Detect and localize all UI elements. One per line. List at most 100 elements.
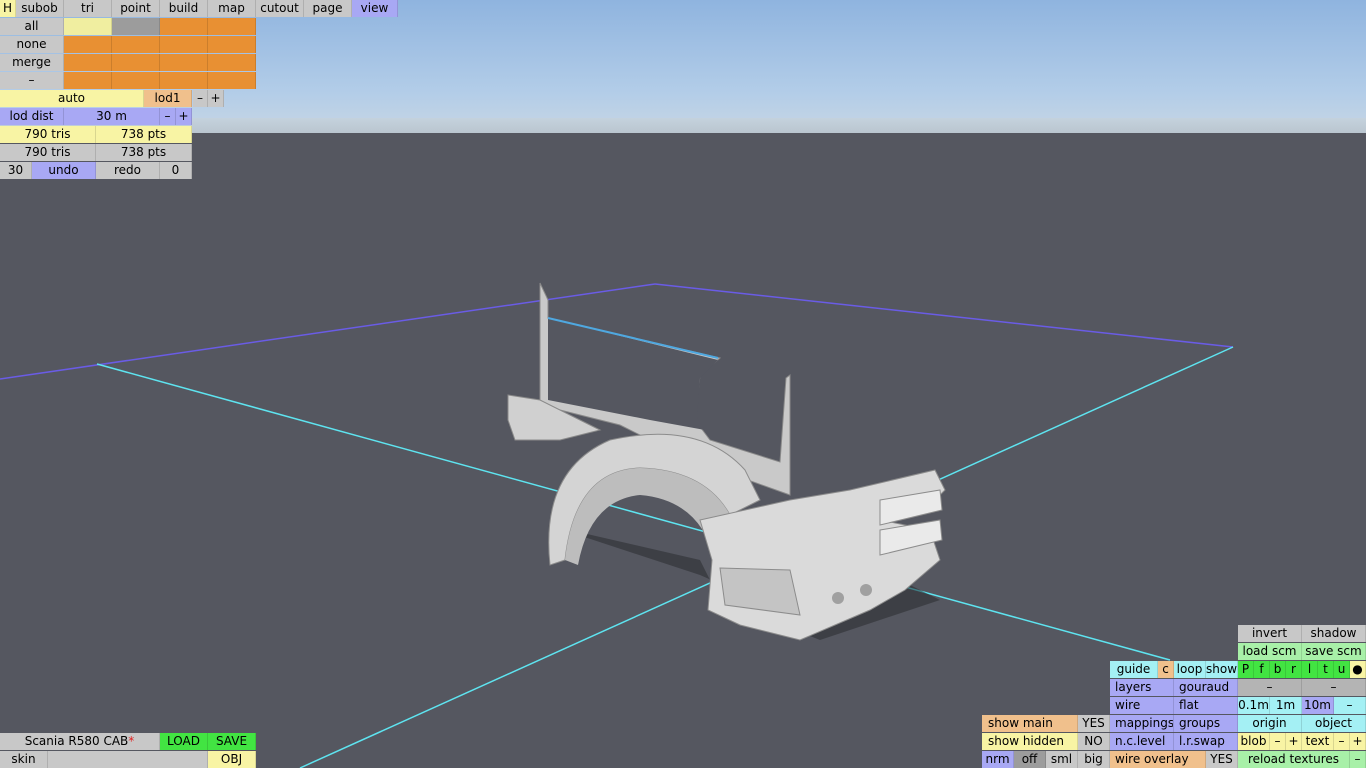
select-cell[interactable]	[160, 72, 208, 89]
flag-t-button[interactable]: t	[1318, 661, 1334, 678]
dash-button[interactable]: –	[0, 72, 64, 89]
select-cell[interactable]	[160, 18, 208, 35]
text-label: text	[1302, 733, 1334, 750]
guide-button[interactable]: guide	[1110, 661, 1158, 678]
loop-button[interactable]: loop	[1174, 661, 1206, 678]
save-scm-button[interactable]: save scm	[1302, 643, 1366, 660]
pts-count: 738 pts	[96, 126, 192, 143]
fog-light-right	[860, 584, 872, 596]
origin-button[interactable]: origin	[1238, 715, 1302, 732]
redo-button[interactable]: redo	[96, 162, 160, 179]
reload-minus-button[interactable]: –	[1350, 751, 1366, 768]
file-name[interactable]: Scania R580 CAB*	[0, 733, 160, 750]
lod-dist-label: lod dist	[0, 108, 64, 125]
lod-plus-button[interactable]: +	[208, 90, 224, 107]
shadow-button[interactable]: shadow	[1302, 625, 1366, 642]
select-all-button[interactable]: all	[0, 18, 64, 35]
show-main-value[interactable]: YES	[1078, 715, 1110, 732]
select-cell[interactable]	[64, 36, 112, 53]
dash-button-1[interactable]: –	[1238, 679, 1302, 696]
invert-button[interactable]: invert	[1238, 625, 1302, 642]
skin-field[interactable]	[48, 751, 208, 768]
select-cell[interactable]	[160, 36, 208, 53]
tab-view[interactable]: view	[352, 0, 398, 17]
undo-count: 30	[0, 162, 32, 179]
select-cell[interactable]	[112, 36, 160, 53]
obj-button[interactable]: OBJ	[208, 751, 256, 768]
select-cell[interactable]	[208, 36, 256, 53]
cab-model[interactable]	[507, 282, 946, 641]
viewport-3d[interactable]	[0, 0, 1366, 768]
reload-textures-button[interactable]: reload textures	[1238, 751, 1350, 768]
select-none-button[interactable]: none	[0, 36, 64, 53]
text-plus-button[interactable]: +	[1350, 733, 1366, 750]
flat-button[interactable]: flat	[1174, 697, 1238, 714]
show-main-label[interactable]: show main	[982, 715, 1078, 732]
select-cell[interactable]	[208, 18, 256, 35]
select-cell[interactable]	[208, 54, 256, 71]
tab-h[interactable]: H	[0, 0, 16, 17]
tab-page[interactable]: page	[304, 0, 352, 17]
scale-minus-button[interactable]: –	[1334, 697, 1366, 714]
blob-minus-button[interactable]: –	[1270, 733, 1286, 750]
flag-p-button[interactable]: P	[1238, 661, 1254, 678]
normals-sml-button[interactable]: sml	[1046, 751, 1078, 768]
c-button[interactable]: c	[1158, 661, 1174, 678]
dash-button-2[interactable]: –	[1302, 679, 1366, 696]
merge-button[interactable]: merge	[0, 54, 64, 71]
load-button[interactable]: LOAD	[160, 733, 208, 750]
tab-point[interactable]: point	[112, 0, 160, 17]
gouraud-button[interactable]: gouraud	[1174, 679, 1238, 696]
scale-1m-button[interactable]: 1m	[1270, 697, 1302, 714]
lod-dist-minus-button[interactable]: –	[160, 108, 176, 125]
show-hidden-value[interactable]: NO	[1078, 733, 1110, 750]
text-minus-button[interactable]: –	[1334, 733, 1350, 750]
wire-button[interactable]: wire	[1110, 697, 1174, 714]
mappings-button[interactable]: mappings	[1110, 715, 1174, 732]
lod-level-button[interactable]: lod1	[144, 90, 192, 107]
normals-off-button[interactable]: off	[1014, 751, 1046, 768]
show-hidden-label[interactable]: show hidden	[982, 733, 1078, 750]
lod-dist-plus-button[interactable]: +	[176, 108, 192, 125]
select-cell[interactable]	[112, 18, 160, 35]
lod-auto-button[interactable]: auto	[0, 90, 144, 107]
flag-dot-button[interactable]: ●	[1350, 661, 1366, 678]
normals-big-button[interactable]: big	[1078, 751, 1110, 768]
object-button[interactable]: object	[1302, 715, 1366, 732]
undo-button[interactable]: undo	[32, 162, 96, 179]
normals-nrm-button[interactable]: nrm	[982, 751, 1014, 768]
layers-button[interactable]: layers	[1110, 679, 1174, 696]
blob-plus-button[interactable]: +	[1286, 733, 1302, 750]
wire-overlay-label[interactable]: wire overlay	[1110, 751, 1206, 768]
lod-minus-button[interactable]: –	[193, 90, 208, 107]
tab-cutout[interactable]: cutout	[256, 0, 304, 17]
show-button[interactable]: show	[1206, 661, 1238, 678]
tab-map[interactable]: map	[208, 0, 256, 17]
tab-tri[interactable]: tri	[64, 0, 112, 17]
load-scm-button[interactable]: load scm	[1238, 643, 1302, 660]
wire-overlay-value[interactable]: YES	[1206, 751, 1238, 768]
lr-swap-button[interactable]: l.r.swap	[1174, 733, 1238, 750]
select-cell[interactable]	[112, 54, 160, 71]
select-cell[interactable]	[160, 54, 208, 71]
flag-u-button[interactable]: u	[1334, 661, 1350, 678]
nc-level-button[interactable]: n.c.level	[1110, 733, 1174, 750]
grid-line-far-right	[654, 283, 1234, 348]
select-cell[interactable]	[64, 54, 112, 71]
flag-f-button[interactable]: f	[1254, 661, 1270, 678]
tris-count-total: 790 tris	[0, 144, 96, 161]
select-cell[interactable]	[64, 72, 112, 89]
select-cell[interactable]	[64, 18, 112, 35]
save-button[interactable]: SAVE	[208, 733, 256, 750]
flag-r-button[interactable]: r	[1286, 661, 1302, 678]
select-cell[interactable]	[112, 72, 160, 89]
lod-dist-value[interactable]: 30 m	[64, 108, 160, 125]
scale-01m-button[interactable]: 0.1m	[1238, 697, 1270, 714]
tab-subob[interactable]: subob	[16, 0, 64, 17]
tab-build[interactable]: build	[160, 0, 208, 17]
flag-l-button[interactable]: l	[1302, 661, 1318, 678]
scale-10m-button[interactable]: 10m	[1302, 697, 1334, 714]
groups-button[interactable]: groups	[1174, 715, 1238, 732]
flag-b-button[interactable]: b	[1270, 661, 1286, 678]
select-cell[interactable]	[208, 72, 256, 89]
